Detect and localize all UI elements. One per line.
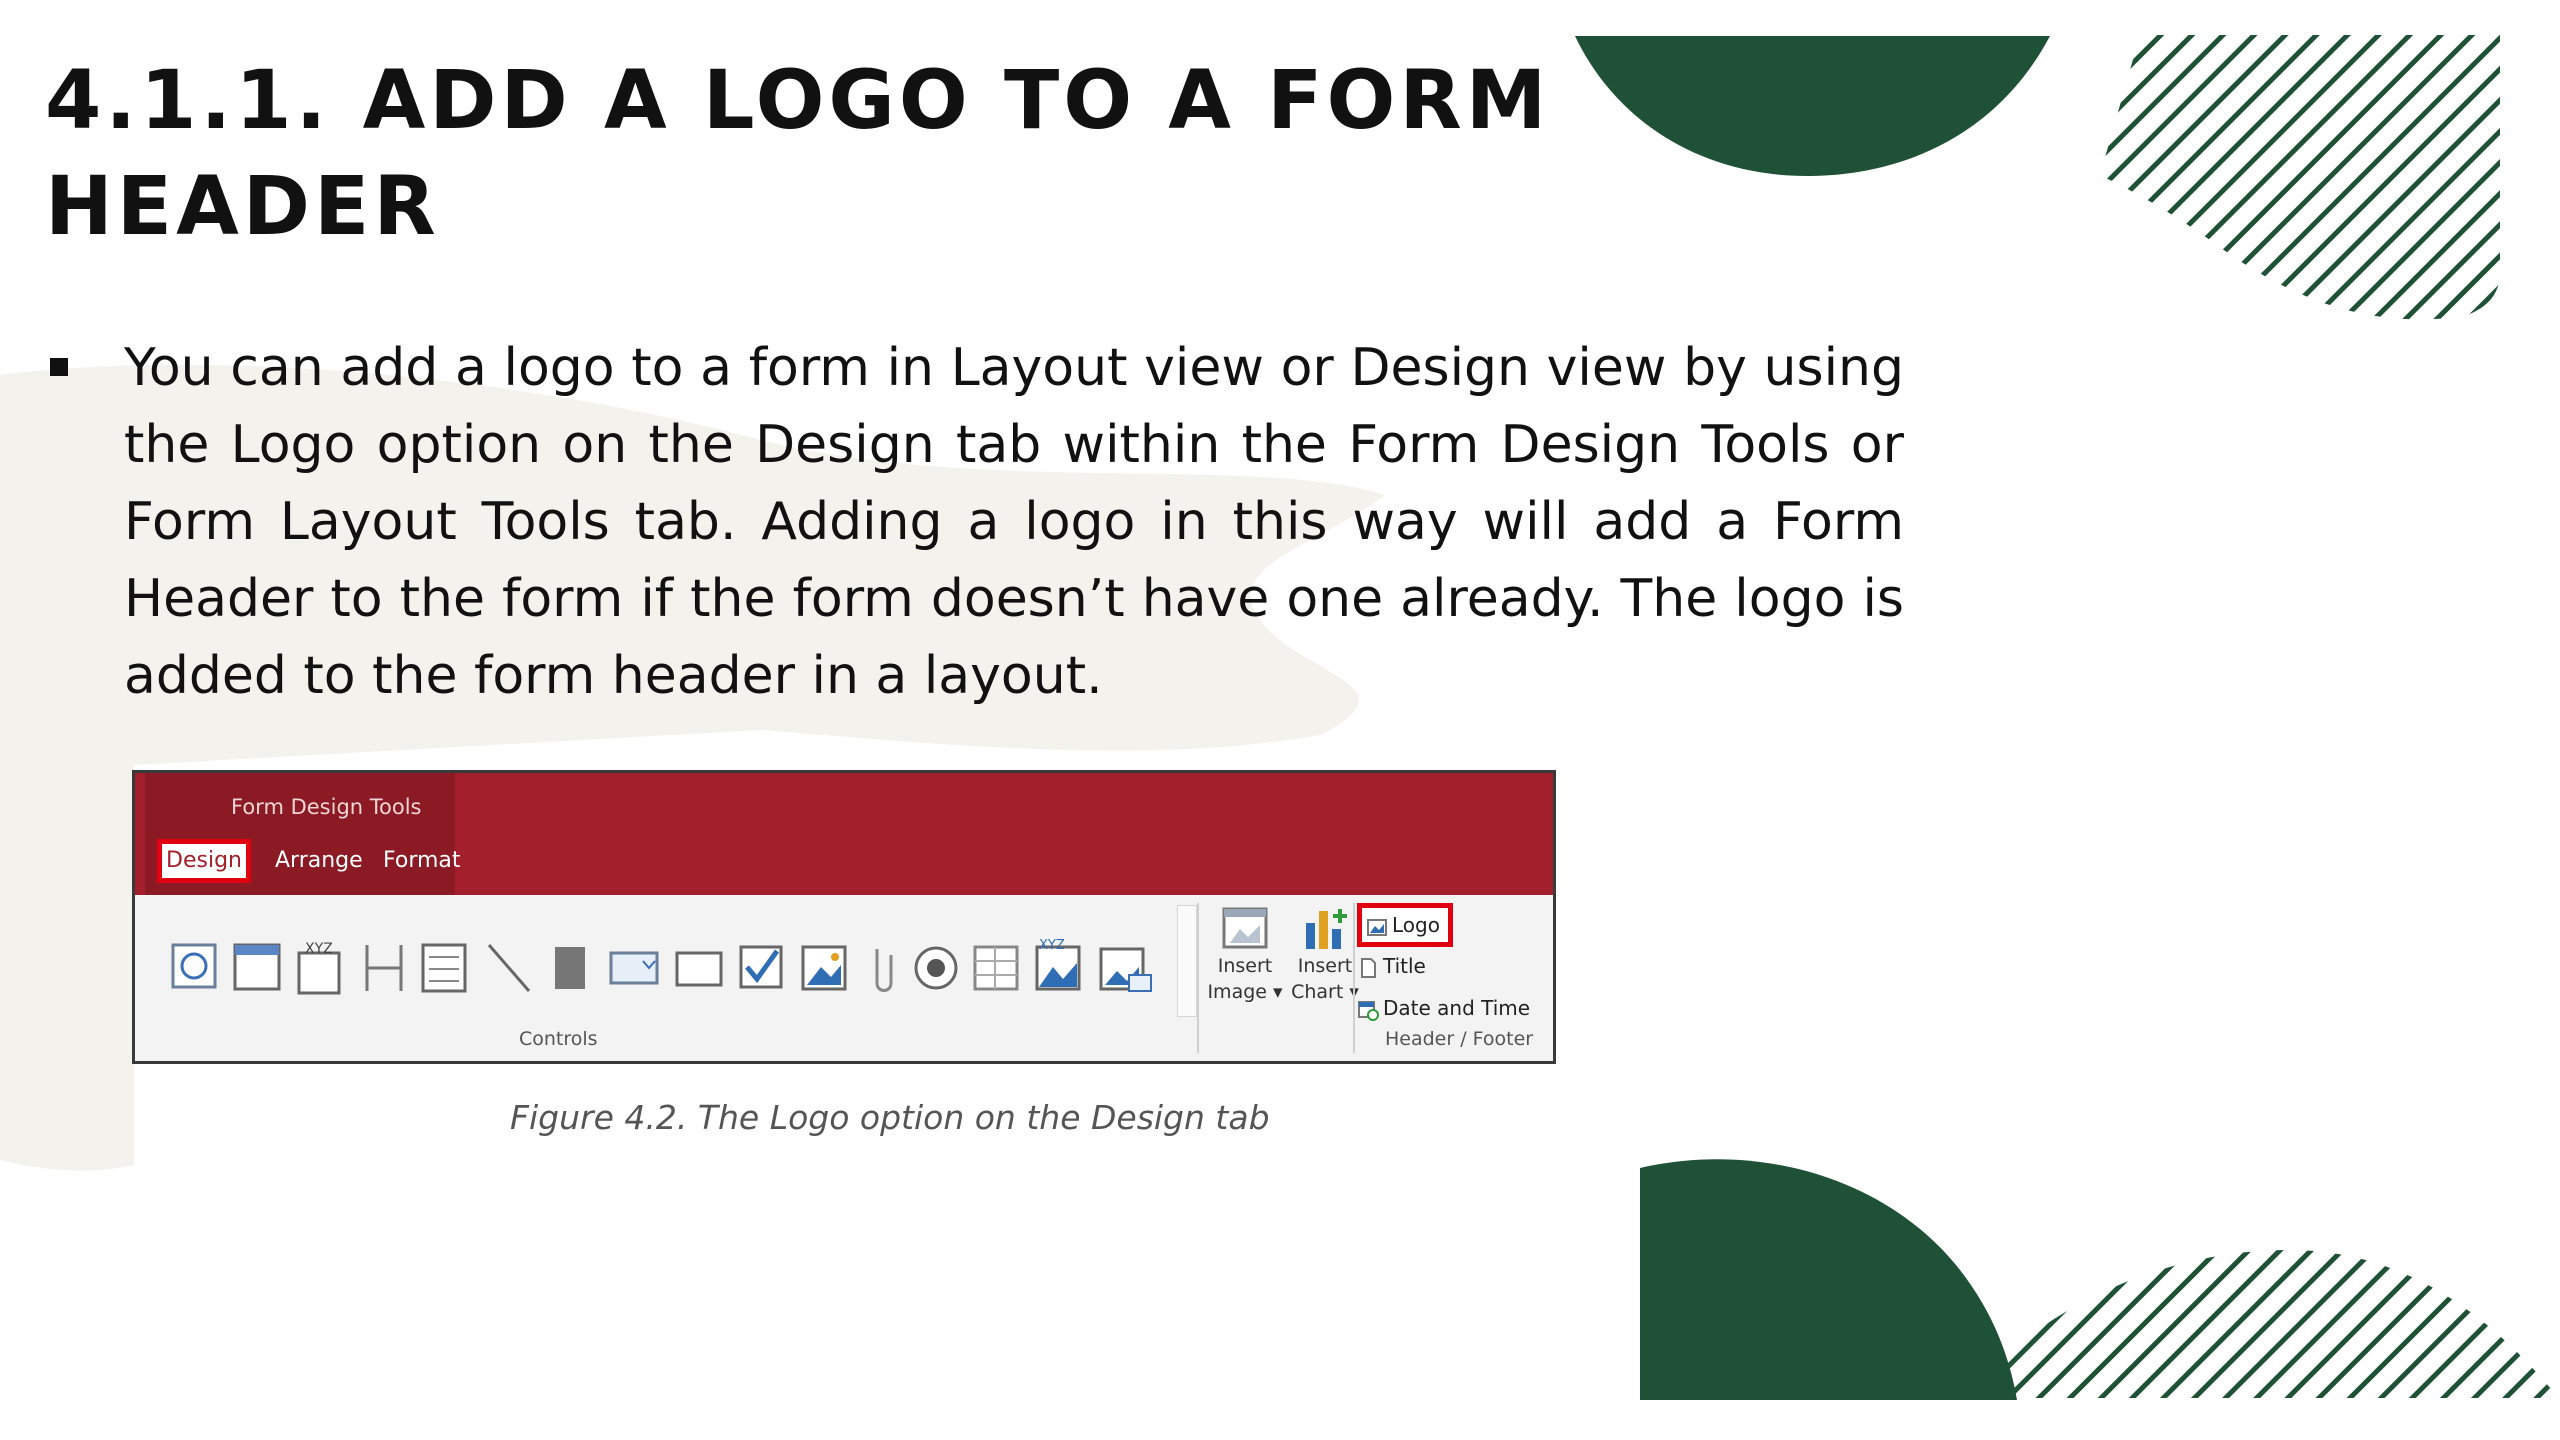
date-and-time-button[interactable]: Date and Time: [1357, 991, 1530, 1025]
check-box-icon[interactable]: [739, 945, 783, 989]
subform-icon[interactable]: [421, 943, 467, 993]
insert-chart-icon: [1306, 909, 1347, 949]
ribbon-body: XYZ XYZ Insert Image ▾ Insert Chart ▾ Lo…: [135, 895, 1553, 1061]
attachment-icon[interactable]: [875, 949, 893, 992]
decoration-bottom-right: [1640, 1159, 2560, 1400]
tab-format[interactable]: Format: [383, 839, 461, 883]
slide-title: 4.1.1. ADD A LOGO TO A FORM HEADER: [45, 48, 1605, 260]
logo-button[interactable]: Logo: [1357, 903, 1453, 947]
image-icon[interactable]: [801, 945, 847, 991]
page-break-icon[interactable]: [365, 945, 403, 991]
rectangle-icon[interactable]: [675, 951, 723, 987]
calendar-clock-icon: [1358, 1000, 1379, 1021]
logo-icon: [1367, 918, 1387, 936]
option-button-icon[interactable]: [914, 946, 958, 990]
insert-image-label-1: Insert: [1217, 955, 1273, 977]
logo-label: Logo: [1392, 913, 1440, 937]
date-and-time-label: Date and Time: [1383, 996, 1531, 1020]
combo-box-icon[interactable]: [609, 951, 659, 985]
group-label-header-footer: Header / Footer: [1385, 1028, 1534, 1050]
unbound-object-frame-icon[interactable]: XYZ: [1035, 938, 1081, 991]
tab-design[interactable]: Design: [157, 839, 251, 883]
option-group-icon[interactable]: XYZ: [297, 941, 341, 995]
web-browser-control-icon[interactable]: [171, 943, 217, 989]
title-label: Title: [1383, 954, 1426, 978]
insert-image-icon: [1222, 907, 1268, 949]
ribbon-screenshot: Form Design Tools Design Arrange Format …: [132, 770, 1556, 1064]
figure-caption: Figure 4.2. The Logo option on the Desig…: [510, 1098, 1270, 1137]
title-button[interactable]: Title: [1357, 949, 1426, 983]
context-tab-group: Form Design Tools Design Arrange Format: [145, 773, 461, 895]
list-box-icon[interactable]: [973, 945, 1019, 991]
line-icon[interactable]: [487, 944, 531, 992]
bullet-paragraph: You can add a logo to a form in Layout v…: [124, 338, 1904, 706]
bound-object-frame-icon[interactable]: [1099, 947, 1152, 992]
slide-title-line-2: HEADER: [45, 160, 440, 254]
group-separator: [1197, 903, 1199, 1053]
group-label-controls: Controls: [519, 1028, 598, 1050]
title-icon: [1361, 957, 1376, 978]
slide-title-line-1: 4.1.1. ADD A LOGO TO A FORM: [45, 54, 1551, 148]
toggle-button-icon[interactable]: [555, 947, 585, 989]
context-tab-title: Form Design Tools: [231, 795, 422, 819]
insert-image-button[interactable]: Insert Image ▾: [1205, 903, 1285, 1033]
insert-image-label-2: Image ▾: [1207, 981, 1283, 1003]
svg-text:XYZ: XYZ: [305, 941, 333, 957]
ribbon-tab-bar: Form Design Tools Design Arrange Format: [135, 773, 1553, 895]
svg-text:XYZ: XYZ: [1039, 938, 1065, 953]
controls-gallery: XYZ XYZ: [171, 938, 1152, 995]
group-separator: [1353, 903, 1355, 1053]
navigation-control-icon[interactable]: [233, 943, 281, 991]
decoration-top-right: [1575, 35, 2500, 320]
bullet-square-icon: [50, 358, 68, 376]
tab-arrange[interactable]: Arrange: [275, 839, 363, 883]
gallery-scrollbar[interactable]: [1177, 905, 1197, 1017]
